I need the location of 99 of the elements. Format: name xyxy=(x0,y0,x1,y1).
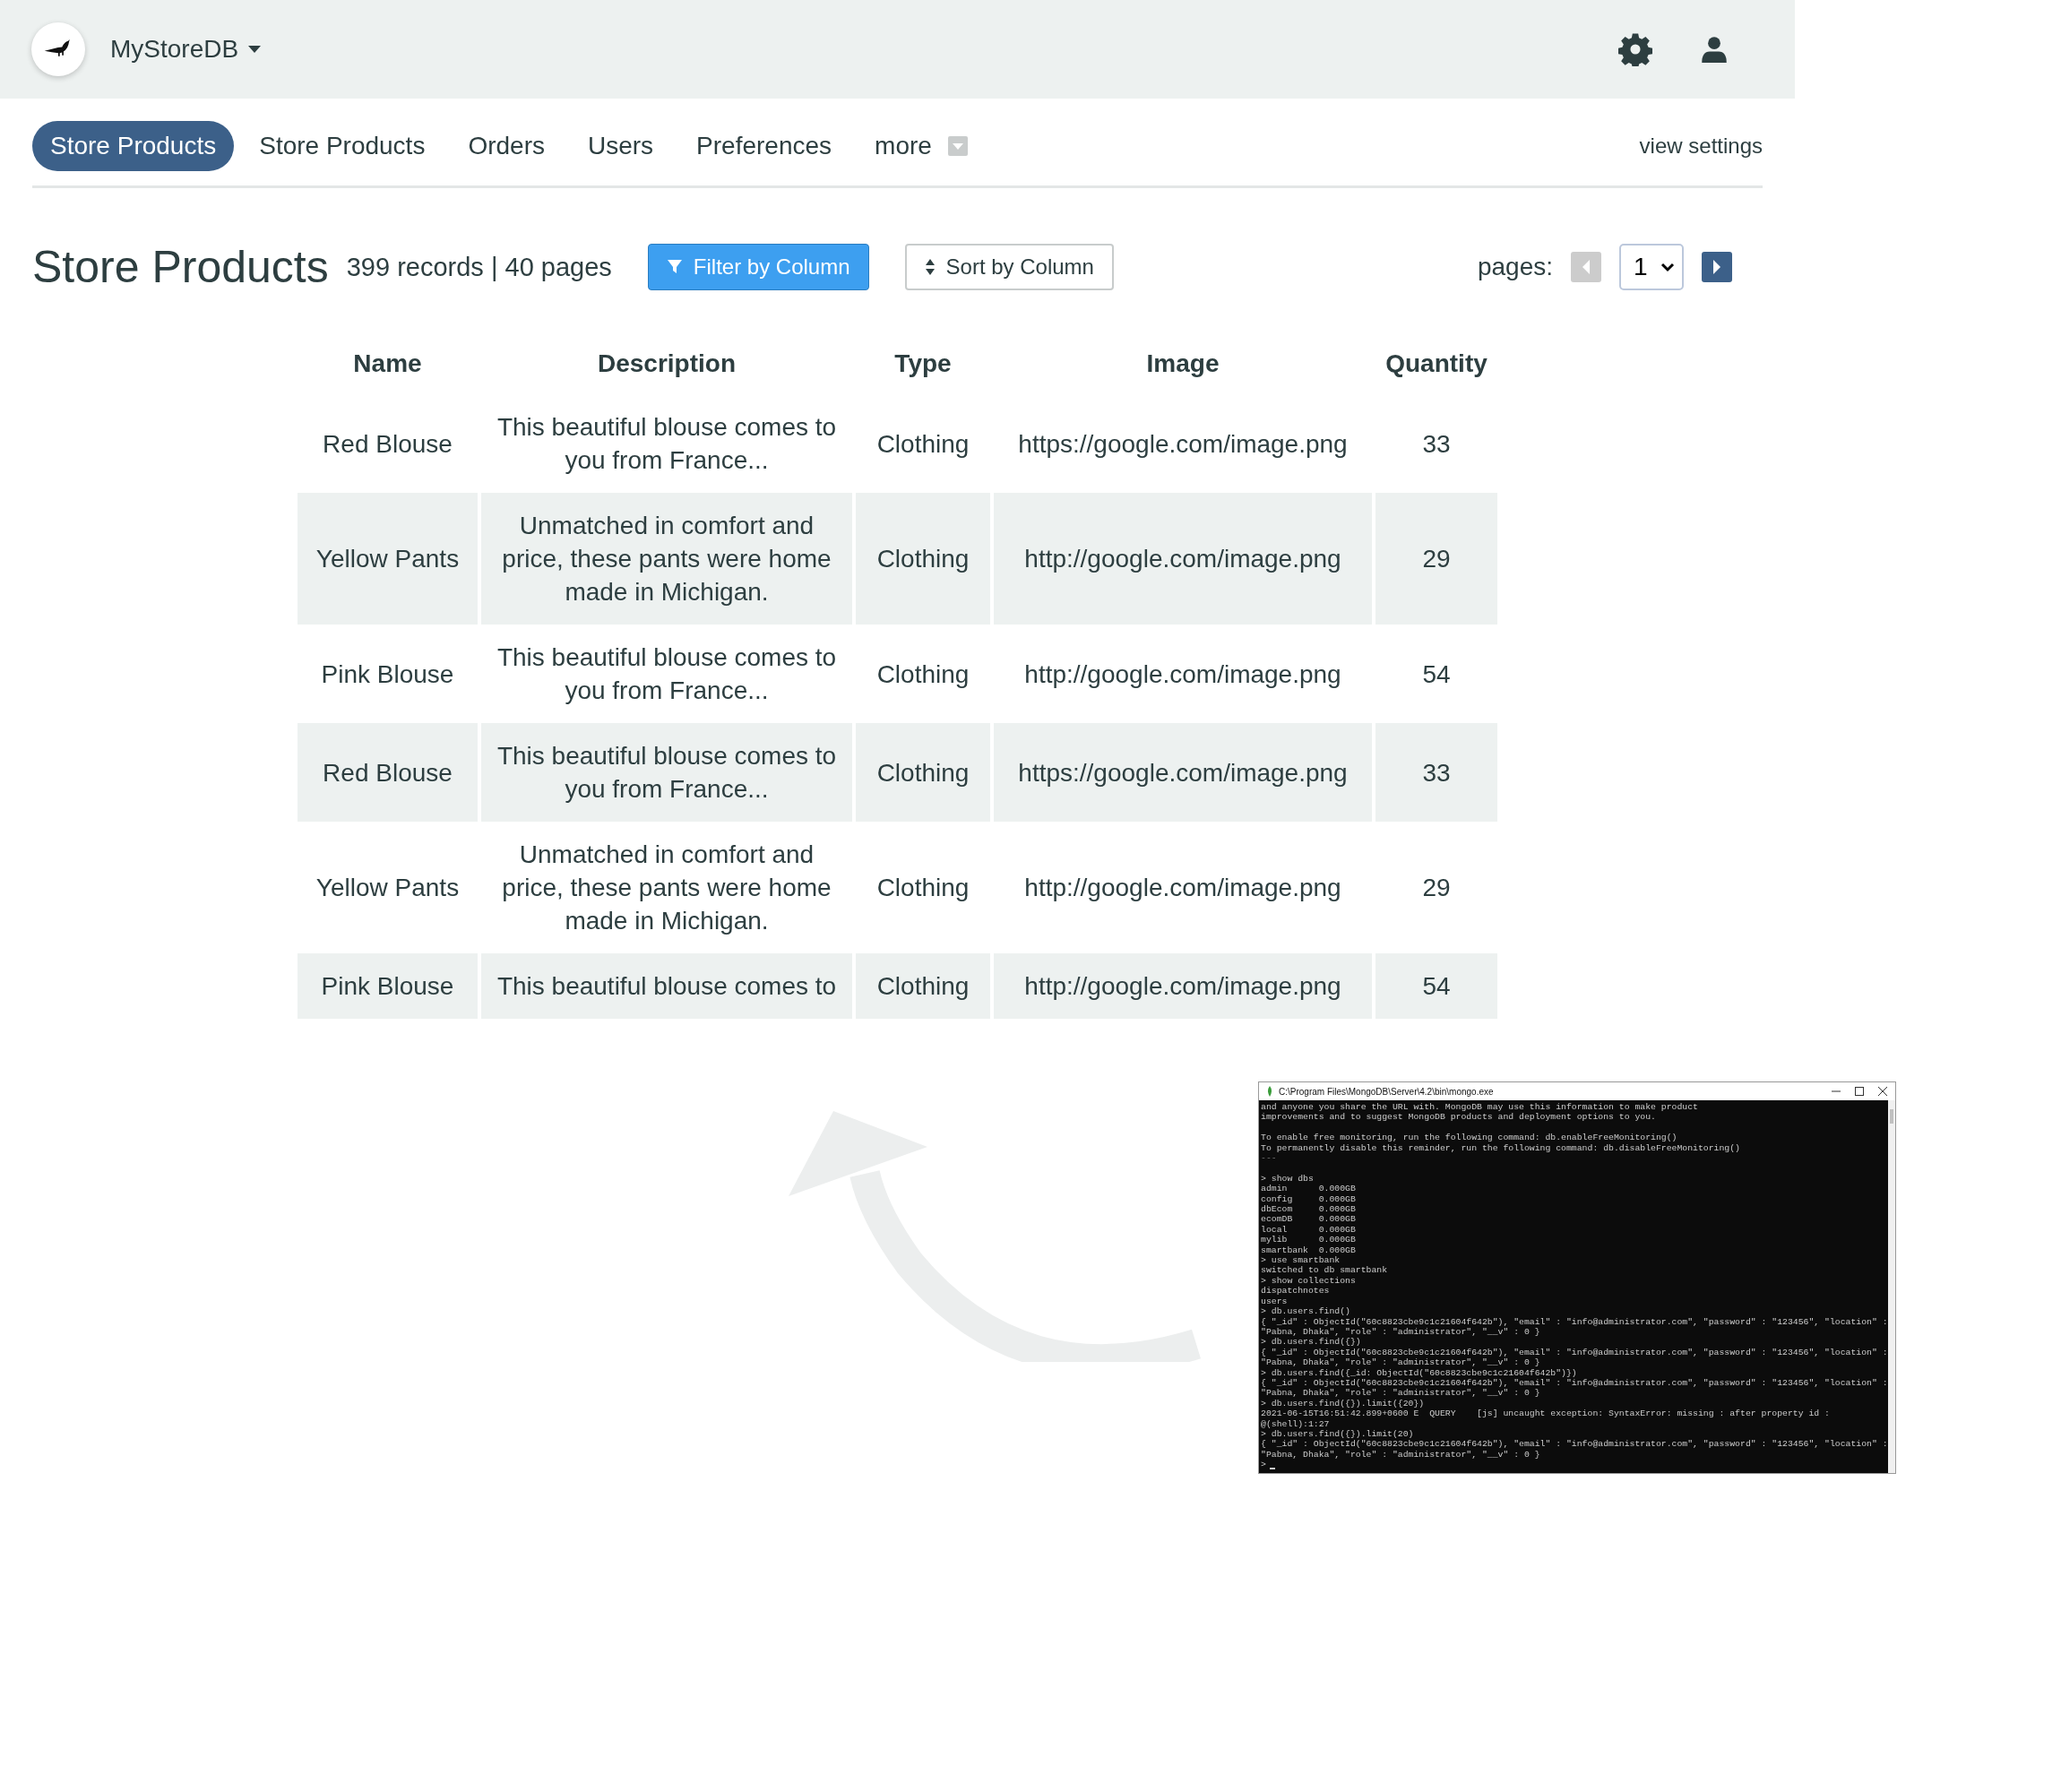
console-line: dbEcom 0.000GB xyxy=(1261,1204,1356,1215)
console-line: > db.users.find() xyxy=(1261,1306,1350,1317)
settings-icon[interactable] xyxy=(1618,32,1652,66)
console-line: "Pabna, Dhaka", "role" : "administrator", "__v" : 0 } xyxy=(1261,1449,1540,1460)
table-cell-text: 54 xyxy=(1421,659,1452,690)
column-header[interactable]: Name xyxy=(298,346,478,394)
console-line: > xyxy=(1261,1460,1266,1470)
next-page-button[interactable] xyxy=(1702,252,1732,282)
pages-label: pages: xyxy=(1477,253,1553,281)
console-line: improvements and to suggest MongoDB products and deployment options to you. xyxy=(1261,1112,1656,1123)
table-cell: Pink Blouse xyxy=(298,953,478,1019)
column-header[interactable]: Image xyxy=(994,346,1372,394)
console-line: > db.users.find({_id: ObjectId("60c8823cbe9c1c21604f642b")}) xyxy=(1261,1367,1577,1378)
table-cell: Red Blouse xyxy=(298,723,478,822)
table-cell-text: Yellow Pants xyxy=(315,873,461,903)
console-line: { "_id" : ObjectId("60c8823cbe9c1c21604f642b"), "email" : "info@administrator.com", "password" : "123456", "location" : xyxy=(1261,1316,1888,1327)
left-triangle-icon xyxy=(1581,259,1591,275)
record-count: 399 records | 40 pages xyxy=(346,252,612,282)
dropdown-icon xyxy=(947,135,968,156)
caret-icon xyxy=(247,45,263,54)
console-line: 2021-06-15T16:51:42.899+0600 E QUERY [js] uncaught exception: SyntaxError: missing : after property id : xyxy=(1261,1409,1830,1419)
nav-tab[interactable]: Preferences xyxy=(678,120,850,171)
nav-tab[interactable]: Orders xyxy=(450,120,563,171)
window-title: C:\Program Files\MongoDB\Server\4.2\bin\mongo.exe xyxy=(1279,1086,1494,1097)
table-cell-text: 29 xyxy=(1421,873,1452,903)
table-cell: https://google.com/image.png xyxy=(994,723,1372,822)
view-settings-link[interactable]: view settings xyxy=(1639,133,1763,159)
table-cell: 54 xyxy=(1375,953,1497,1019)
console-line: > show collections xyxy=(1261,1275,1356,1287)
table-cell-text: http://google.com/image.png xyxy=(1023,873,1342,903)
user-icon[interactable] xyxy=(1701,34,1728,65)
table-cell-text: Unmatched in comfort and price, these pants were home made in Michigan. xyxy=(501,840,832,936)
table-cell: This beautiful blouse comes to xyxy=(481,953,852,1019)
nav-tab[interactable]: Store Products xyxy=(32,120,235,171)
console-line: > show dbs xyxy=(1261,1173,1314,1185)
chevron-down-icon xyxy=(1660,262,1675,272)
console-line: "Pabna, Dhaka", "role" : "administrator", "__v" : 0 } xyxy=(1261,1326,1540,1338)
console-line: smartbank 0.000GB xyxy=(1261,1245,1356,1256)
console-line: { "_id" : ObjectId("60c8823cbe9c1c21604f642b"), "email" : "info@administrator.com", "password" : "123456", "location" : xyxy=(1261,1347,1888,1358)
console-line: "Pabna, Dhaka", "role" : "administrator", "__v" : 0 } xyxy=(1261,1357,1540,1368)
console-line: users xyxy=(1261,1296,1288,1307)
right-triangle-icon xyxy=(1712,259,1722,275)
bird-logo-icon[interactable] xyxy=(31,22,85,76)
table-cell: 33 xyxy=(1375,723,1497,822)
filter-icon xyxy=(666,259,683,275)
table-cell-text: Red Blouse xyxy=(322,428,453,460)
sort-button[interactable]: Sort by Column xyxy=(904,244,1114,290)
table-cell: Clothing xyxy=(856,493,990,625)
maximize-icon[interactable] xyxy=(1854,1086,1865,1097)
page-title: Store Products xyxy=(32,241,329,293)
leaf-icon xyxy=(1266,1086,1273,1097)
table-cell: Clothing xyxy=(856,723,990,822)
table-cell-text: Pink Blouse xyxy=(320,659,455,690)
table-cell-text: https://google.com/image.png xyxy=(1017,428,1349,460)
console-line: and anyone you share the URL with. MongoDB may use this information to make product xyxy=(1261,1102,1698,1113)
console-line: > db.users.find({}).limit({20}) xyxy=(1261,1398,1425,1409)
table-cell: This beautiful blouse comes to you from France... xyxy=(481,723,852,822)
database-dropdown[interactable]: MyStoreDB xyxy=(110,35,263,64)
column-header[interactable]: Description xyxy=(481,346,852,394)
table-cell: Clothing xyxy=(856,953,990,1019)
console-line: local 0.000GB xyxy=(1261,1224,1356,1236)
scrollbar[interactable] xyxy=(1887,1100,1895,1473)
console-line: mylib 0.000GB xyxy=(1261,1235,1356,1245)
console-line: @(shell):1:27 xyxy=(1261,1418,1330,1429)
nav-tab[interactable]: more xyxy=(857,120,986,171)
console-line: ecomDB 0.000GB xyxy=(1261,1214,1356,1225)
console-line: To permanently disable this reminder, run the following command: db.disableFreeMonitoring() xyxy=(1261,1142,1740,1153)
column-header[interactable]: Quantity xyxy=(1375,346,1497,394)
close-icon[interactable] xyxy=(1877,1086,1888,1097)
table-cell: 29 xyxy=(1375,493,1497,625)
console-line: switched to db smartbank xyxy=(1261,1265,1388,1276)
cursor-icon xyxy=(1270,1467,1275,1469)
sort-icon xyxy=(924,258,936,276)
table-cell-text: Clothing xyxy=(875,659,970,690)
console-line: > use smartbank xyxy=(1261,1255,1341,1266)
table-cell: http://google.com/image.png xyxy=(994,493,1372,625)
console-line: dispatchnotes xyxy=(1261,1286,1330,1297)
console-line: { "_id" : ObjectId("60c8823cbe9c1c21604f642b"), "email" : "info@administrator.com", "password" : "123456", "location" : xyxy=(1261,1439,1888,1450)
table-cell-text: Clothing xyxy=(875,428,970,460)
table-cell: http://google.com/image.png xyxy=(994,953,1372,1019)
table-cell-text: Clothing xyxy=(875,873,970,903)
table-cell-text: This beautiful blouse comes to you from France... xyxy=(496,412,838,476)
table-cell-text: 33 xyxy=(1421,428,1452,460)
console-line: { "_id" : ObjectId("60c8823cbe9c1c21604f642b"), "email" : "info@administrator.com", "password" : "123456", "location" : xyxy=(1261,1377,1888,1389)
console-line: > db.users.find({}).limit(20) xyxy=(1261,1428,1414,1440)
console-line: config 0.000GB xyxy=(1261,1193,1356,1205)
nav-tab[interactable]: Users xyxy=(570,120,672,171)
console-line: > db.users.find({}) xyxy=(1261,1337,1361,1348)
console-line: admin 0.000GB xyxy=(1261,1184,1356,1194)
console-line: --- xyxy=(1261,1153,1277,1164)
page-select[interactable]: 1 xyxy=(1619,244,1684,290)
table-cell-text: http://google.com/image.png xyxy=(1023,659,1342,690)
console-line: To enable free monitoring, run the following command: db.enableFreeMonitoring() xyxy=(1261,1133,1677,1143)
nav-tab[interactable]: Store Products xyxy=(241,120,444,171)
table-cell: Yellow Pants xyxy=(298,493,478,625)
console-line: "Pabna, Dhaka", "role" : "administrator", "__v" : 0 } xyxy=(1261,1388,1540,1399)
table-cell: Unmatched in comfort and price, these pants were home made in Michigan. xyxy=(481,493,852,625)
table-cell-text: This beautiful blouse comes to you from France... xyxy=(496,642,838,706)
column-header[interactable]: Type xyxy=(856,346,990,394)
